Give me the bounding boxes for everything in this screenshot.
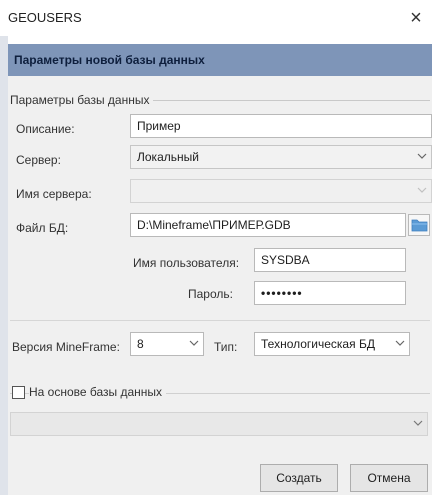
- chevron-down-icon: [413, 415, 423, 434]
- password-input[interactable]: ••••••••: [254, 281, 406, 305]
- type-value: Технологическая БД: [261, 337, 375, 351]
- type-select[interactable]: Технологическая БД: [254, 332, 410, 356]
- mineframe-version-select[interactable]: 8: [130, 332, 204, 356]
- db-file-label: Файл БД:: [16, 221, 69, 235]
- username-value: SYSDBA: [261, 253, 310, 267]
- separator: [10, 320, 430, 321]
- description-label: Описание:: [16, 122, 75, 136]
- browse-file-button[interactable]: [408, 214, 430, 236]
- server-name-select[interactable]: [130, 179, 432, 203]
- db-params-legend: Параметры базы данных: [10, 93, 154, 107]
- close-icon[interactable]: ×: [402, 4, 430, 32]
- username-input[interactable]: SYSDBA: [254, 248, 406, 272]
- chevron-down-icon: [395, 335, 405, 354]
- folder-icon: [411, 219, 428, 232]
- create-button[interactable]: Создать: [260, 464, 338, 492]
- chevron-down-icon: [417, 182, 427, 201]
- based-on-checkbox[interactable]: [12, 386, 25, 399]
- password-value: ••••••••: [261, 286, 303, 300]
- db-file-value: D:\Mineframe\ПРИМЕР.GDB: [137, 218, 291, 232]
- server-value: Локальный: [137, 150, 199, 164]
- server-select[interactable]: Локальный: [130, 145, 432, 169]
- type-label: Тип:: [214, 340, 238, 354]
- db-file-input[interactable]: D:\Mineframe\ПРИМЕР.GDB: [130, 213, 406, 237]
- server-label: Сервер:: [16, 153, 61, 167]
- chevron-down-icon: [189, 335, 199, 354]
- mineframe-version-label: Версия MineFrame:: [12, 340, 120, 354]
- window-title: GEOUSERS: [8, 10, 82, 25]
- username-label: Имя пользователя:: [133, 256, 240, 270]
- based-on-select[interactable]: [10, 412, 428, 436]
- window-frame-left: [0, 36, 8, 495]
- cancel-button[interactable]: Отмена: [350, 464, 428, 492]
- based-on-label[interactable]: На основе базы данных: [29, 385, 167, 399]
- chevron-down-icon: [417, 148, 427, 167]
- dialog-header-title: Параметры новой базы данных: [14, 53, 205, 67]
- password-label: Пароль:: [188, 287, 233, 301]
- description-input[interactable]: Пример: [130, 114, 432, 138]
- server-name-label: Имя сервера:: [16, 187, 92, 201]
- mineframe-version-value: 8: [137, 337, 144, 351]
- description-value: Пример: [137, 119, 181, 133]
